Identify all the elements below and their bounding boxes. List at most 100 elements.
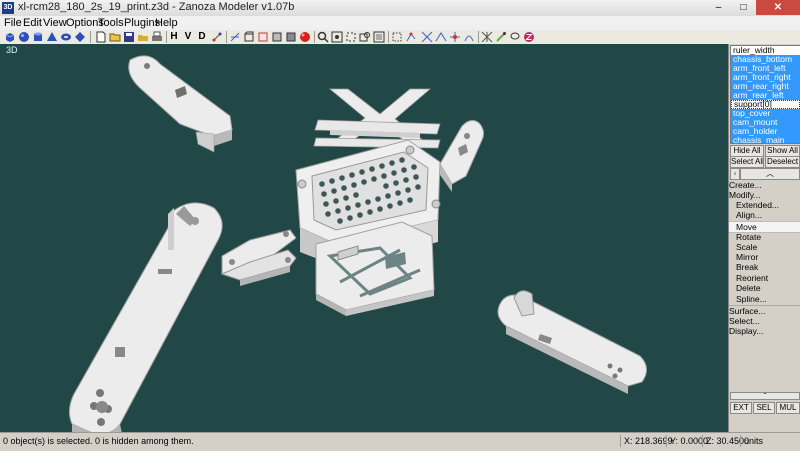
pivot-icon[interactable] xyxy=(449,31,461,43)
wire-box-icon[interactable] xyxy=(257,31,269,43)
select-nodes-icon[interactable] xyxy=(405,31,417,43)
zoom-selection-icon[interactable] xyxy=(359,31,371,43)
op-delete[interactable]: Delete xyxy=(729,283,800,293)
op-spline[interactable]: Spline... xyxy=(729,294,800,304)
zoom-all-icon[interactable] xyxy=(373,31,385,43)
toolbar-separator xyxy=(90,31,91,43)
toolbar-separator xyxy=(226,31,227,43)
cube-icon[interactable] xyxy=(4,31,16,43)
toolbar-separator xyxy=(478,31,479,43)
op-mirror[interactable]: Mirror xyxy=(729,252,800,262)
op-scale[interactable]: Scale xyxy=(729,242,800,252)
menu-bar: File Edit View Options Tools Plugins Hel… xyxy=(0,16,800,30)
op-extended[interactable]: Extended... xyxy=(729,200,800,210)
points-icon[interactable] xyxy=(211,31,223,43)
sphere-icon[interactable] xyxy=(18,31,30,43)
menu-help[interactable]: Help xyxy=(155,17,178,29)
axes-icon[interactable] xyxy=(229,31,241,43)
arm-front-right-part xyxy=(497,290,647,394)
close-button[interactable]: ✕ xyxy=(756,0,800,15)
op-display[interactable]: Display... xyxy=(729,326,800,336)
object-list-item[interactable]: arm_front_right xyxy=(731,73,800,82)
view-v-button[interactable]: V xyxy=(182,31,194,43)
diamond-icon[interactable] xyxy=(74,31,86,43)
menu-edit[interactable]: Edit xyxy=(23,17,42,29)
coord-x: X: 218.3699 xyxy=(620,435,673,447)
toolbar: H V D xyxy=(0,30,800,45)
view-d-button[interactable]: D xyxy=(196,31,208,43)
units-label: units xyxy=(740,435,763,447)
menu-view[interactable]: View xyxy=(43,17,67,29)
op-rotate[interactable]: Rotate xyxy=(729,232,800,242)
box-icon[interactable] xyxy=(243,31,255,43)
expand-down-button[interactable]: ﹀ xyxy=(730,392,800,400)
op-surface[interactable]: Surface... xyxy=(729,305,800,316)
collapse-up-button[interactable]: ︿ xyxy=(740,168,800,180)
top-cover-part xyxy=(313,88,441,149)
torus-icon[interactable] xyxy=(60,31,72,43)
window-title: xl-rcm28_180_2s_19_print.z3d - Zanoza Mo… xyxy=(18,1,295,13)
save-icon[interactable] xyxy=(123,31,135,43)
op-modify[interactable]: Modify... xyxy=(729,190,800,200)
object-list-item[interactable]: support[0] xyxy=(731,100,800,109)
object-list-item[interactable]: chassis_bottom xyxy=(731,55,800,64)
deselect-button[interactable]: Deselect xyxy=(765,156,800,168)
object-list-item[interactable]: arm_front_left xyxy=(731,64,800,73)
brush-icon[interactable] xyxy=(495,31,507,43)
op-align[interactable]: Align... xyxy=(729,210,800,220)
object-list-item[interactable]: top_cover xyxy=(731,109,800,118)
op-create[interactable]: Create... xyxy=(729,180,800,190)
print-icon[interactable] xyxy=(151,31,163,43)
object-list-item[interactable]: cam_mount xyxy=(731,118,800,127)
object-list-item[interactable]: arm_rear_left xyxy=(731,91,800,100)
cone-icon[interactable] xyxy=(46,31,58,43)
new-file-icon[interactable] xyxy=(95,31,107,43)
mesh-icon[interactable] xyxy=(481,31,493,43)
toolbar-separator xyxy=(314,31,315,43)
cam-holder-part xyxy=(220,229,297,286)
op-break[interactable]: Break xyxy=(729,262,800,272)
view-h-button[interactable]: H xyxy=(168,31,180,43)
toolbar-separator xyxy=(166,31,167,43)
status-bar: 0 object(s) is selected. 0 is hidden amo… xyxy=(0,432,800,451)
edge-icon[interactable] xyxy=(435,31,447,43)
fit-view-icon[interactable] xyxy=(345,31,357,43)
transform-icon[interactable] xyxy=(421,31,433,43)
select-all-button[interactable]: Select All xyxy=(730,156,764,168)
status-message: 0 object(s) is selected. 0 is hidden amo… xyxy=(3,436,194,446)
open-icon[interactable] xyxy=(137,31,149,43)
mul-button[interactable]: MUL xyxy=(776,402,800,414)
op-reorient[interactable]: Reorient xyxy=(729,273,800,283)
menu-file[interactable]: File xyxy=(4,17,22,29)
object-list-item[interactable]: ruler_width xyxy=(731,46,800,55)
object-list-item[interactable]: cam_holder xyxy=(731,127,800,136)
solid-box-icon[interactable] xyxy=(271,31,283,43)
arm-front-left-part xyxy=(128,55,233,153)
object-list[interactable]: ruler_width chassis_bottom arm_front_left a… xyxy=(730,45,800,144)
ext-button[interactable]: EXT xyxy=(730,402,752,414)
cam-mount-part xyxy=(438,120,485,192)
shaded-icon[interactable] xyxy=(285,31,297,43)
object-list-item[interactable]: arm_rear_right xyxy=(731,82,800,91)
object-list-item[interactable]: chassis_main xyxy=(731,136,800,143)
app-icon: 3D xyxy=(2,2,14,14)
cylinder-icon[interactable] xyxy=(32,31,44,43)
minimize-button[interactable]: – xyxy=(706,0,731,15)
title-bar: 3D xl-rcm28_180_2s_19_print.z3d - Zanoza… xyxy=(0,0,800,17)
object-panel: ruler_width chassis_bottom arm_front_left a… xyxy=(728,44,800,432)
render-sphere-icon[interactable] xyxy=(299,31,311,43)
pin-icon[interactable]: ◦ xyxy=(730,168,740,180)
maximize-button[interactable]: □ xyxy=(731,0,756,15)
open-folder-icon[interactable] xyxy=(109,31,121,43)
lasso-icon[interactable] xyxy=(509,31,521,43)
zoom-box-icon[interactable] xyxy=(331,31,343,43)
plugin-z-icon[interactable] xyxy=(523,31,535,43)
toolbar-separator xyxy=(388,31,389,43)
select-rect-icon[interactable] xyxy=(391,31,403,43)
sel-button[interactable]: SEL xyxy=(753,402,775,414)
zoom-icon[interactable] xyxy=(317,31,329,43)
op-select[interactable]: Select... xyxy=(729,316,800,326)
viewport-3d[interactable]: 3D xyxy=(0,44,728,432)
bend-icon[interactable] xyxy=(463,31,475,43)
menu-tools[interactable]: Tools xyxy=(98,17,124,29)
